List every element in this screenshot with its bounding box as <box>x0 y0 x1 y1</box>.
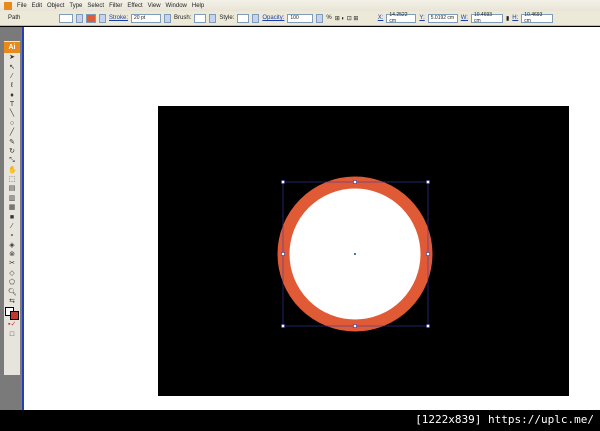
watermark: [1222x839] https://uplc.me/ <box>0 410 600 431</box>
selected-artwork[interactable] <box>0 0 600 431</box>
center-point <box>354 253 356 255</box>
